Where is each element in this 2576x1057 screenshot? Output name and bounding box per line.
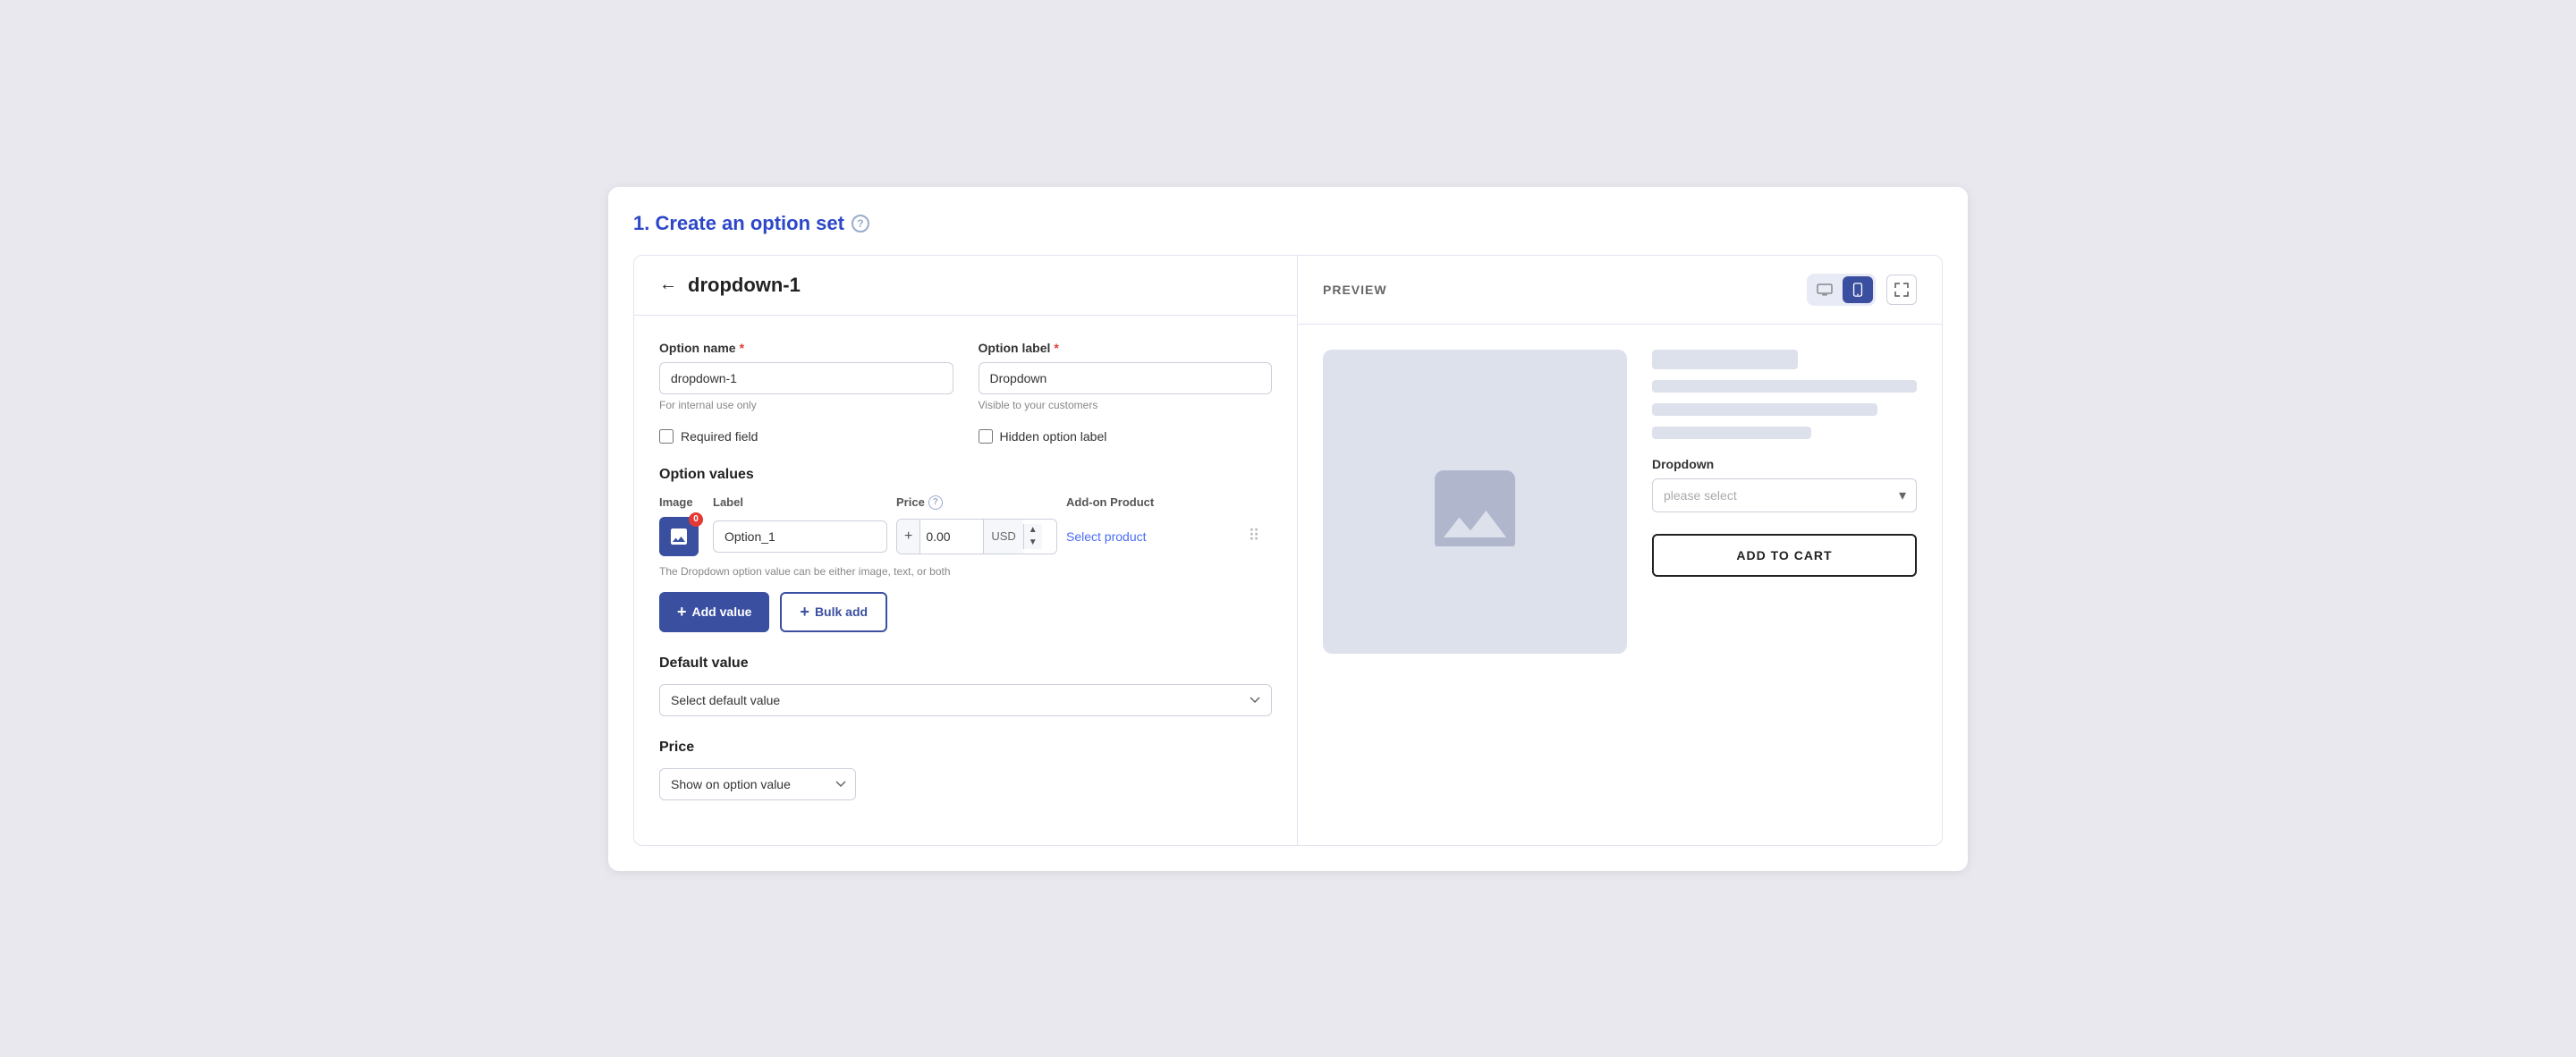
skeleton-line2 xyxy=(1652,403,1877,416)
option-label-hint: Visible to your customers xyxy=(979,399,1273,411)
skeleton-title xyxy=(1652,350,1798,369)
required-field-text: Required field xyxy=(681,429,758,444)
hidden-label-checkbox[interactable] xyxy=(979,429,993,444)
btn-row: + Add value + Bulk add xyxy=(659,592,1272,632)
hidden-label-text: Hidden option label xyxy=(1000,429,1107,444)
left-panel: ← dropdown-1 Option name * For internal … xyxy=(634,256,1298,845)
bulk-add-button[interactable]: + Bulk add xyxy=(780,592,887,632)
default-value-section: Default value Select default value xyxy=(659,655,1272,716)
checkbox-row: Required field Hidden option label xyxy=(659,417,1272,444)
panel-header: ← dropdown-1 xyxy=(634,256,1297,316)
col-label: Label xyxy=(713,495,887,509)
option-name-hint: For internal use only xyxy=(659,399,953,411)
option-value-label-input[interactable] xyxy=(713,520,887,553)
option-label-input[interactable] xyxy=(979,362,1273,394)
bulk-add-label: Bulk add xyxy=(815,605,868,619)
help-icon[interactable]: ? xyxy=(852,215,869,233)
desktop-view-btn[interactable] xyxy=(1809,276,1840,303)
required-star-2: * xyxy=(1054,341,1058,355)
add-to-cart-button[interactable]: ADD TO CART xyxy=(1652,534,1917,577)
select-product-link[interactable]: Select product xyxy=(1066,529,1227,544)
main-content: ← dropdown-1 Option name * For internal … xyxy=(633,255,1943,846)
option-name-input[interactable] xyxy=(659,362,953,394)
option-name-group: Option name * For internal use only xyxy=(659,341,953,411)
option-hint: The Dropdown option value can be either … xyxy=(659,565,1272,578)
price-input[interactable] xyxy=(920,522,983,551)
price-input-group: + USD ▲ ▼ xyxy=(896,519,1057,554)
price-stepper: ▲ ▼ xyxy=(1023,524,1042,549)
price-currency: USD xyxy=(983,520,1022,554)
option-row: 0 + USD ▲ ▼ Select product ⠿ xyxy=(659,517,1272,556)
col-addon: Add-on Product xyxy=(1066,495,1227,509)
required-field-checkbox[interactable] xyxy=(659,429,674,444)
mobile-view-btn[interactable] xyxy=(1843,276,1873,303)
page-title-text: 1. Create an option set xyxy=(633,212,844,235)
add-value-button[interactable]: + Add value xyxy=(659,592,769,632)
expand-btn[interactable] xyxy=(1886,275,1917,305)
product-info: Dropdown please select ▾ ADD TO CART xyxy=(1652,350,1917,820)
required-star: * xyxy=(740,341,744,355)
name-label-row: Option name * For internal use only Opti… xyxy=(659,341,1272,411)
add-value-icon: + xyxy=(677,603,687,622)
price-info-icon[interactable]: ? xyxy=(928,495,943,510)
dropdown-title: dropdown-1 xyxy=(688,274,801,297)
option-label-label: Option label * xyxy=(979,341,1273,355)
dropdown-select-wrapper: please select ▾ xyxy=(1652,478,1917,512)
price-display-select[interactable]: Show on option value Show as total Hide … xyxy=(659,768,856,800)
col-price: Price ? xyxy=(896,495,1057,510)
image-badge: 0 xyxy=(689,512,703,527)
image-thumb[interactable]: 0 xyxy=(659,517,699,556)
required-field-label[interactable]: Required field xyxy=(659,429,953,444)
hidden-label-label[interactable]: Hidden option label xyxy=(979,429,1273,444)
preview-title: PREVIEW xyxy=(1323,283,1387,297)
add-value-label: Add value xyxy=(692,605,752,619)
preview-controls xyxy=(1807,274,1917,306)
product-image-placeholder xyxy=(1323,350,1627,654)
outer-card: 1. Create an option set ? ← dropdown-1 O… xyxy=(608,187,1968,871)
skeleton-line3 xyxy=(1652,427,1811,439)
default-value-select[interactable]: Select default value xyxy=(659,684,1272,716)
option-name-label: Option name * xyxy=(659,341,953,355)
preview-header: PREVIEW xyxy=(1298,256,1942,325)
required-field-group: Required field xyxy=(659,417,953,444)
preview-dropdown-select[interactable]: please select xyxy=(1652,478,1917,512)
skeleton-line1 xyxy=(1652,380,1917,393)
option-values-title: Option values xyxy=(659,467,1272,483)
right-panel: PREVIEW xyxy=(1298,256,1942,845)
price-section: Price Show on option value Show as total… xyxy=(659,740,1272,800)
price-plus-sign: + xyxy=(897,520,920,554)
preview-body: Dropdown please select ▾ ADD TO CART xyxy=(1298,325,1942,845)
dropdown-label: Dropdown xyxy=(1652,457,1917,471)
price-up-btn[interactable]: ▲ xyxy=(1024,524,1042,537)
option-values-header: Image Label Price ? Add-on Product xyxy=(659,495,1272,510)
price-down-btn[interactable]: ▼ xyxy=(1024,537,1042,549)
price-section-title: Price xyxy=(659,740,1272,756)
view-toggle xyxy=(1807,274,1876,306)
drag-handle[interactable]: ⠿ xyxy=(1236,527,1272,545)
option-label-group: Option label * Visible to your customers xyxy=(979,341,1273,411)
col-image: Image xyxy=(659,495,704,509)
back-button[interactable]: ← xyxy=(659,275,677,295)
bulk-add-icon: + xyxy=(800,603,809,622)
page-title: 1. Create an option set ? xyxy=(633,212,1943,235)
panel-body: Option name * For internal use only Opti… xyxy=(634,316,1297,845)
default-value-title: Default value xyxy=(659,655,1272,672)
hidden-label-group: Hidden option label xyxy=(979,417,1273,444)
dropdown-section: Dropdown please select ▾ xyxy=(1652,457,1917,512)
